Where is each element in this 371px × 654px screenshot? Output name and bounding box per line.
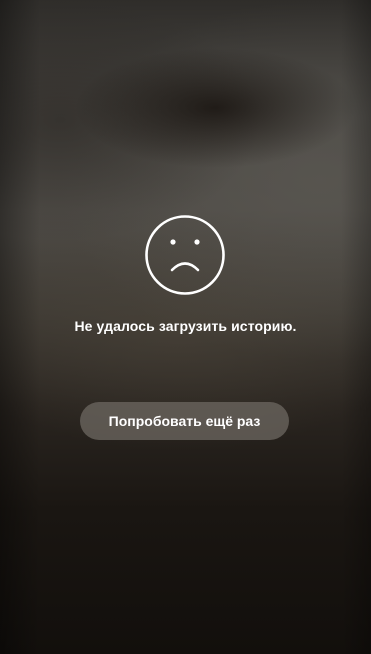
right-eye — [194, 239, 200, 245]
left-eye — [170, 239, 176, 245]
error-message: Не удалось загрузить историю. — [74, 318, 297, 334]
retry-button[interactable]: Попробовать ещё раз — [80, 402, 289, 440]
sad-face-icon — [145, 215, 225, 295]
frown-mouth — [170, 262, 200, 272]
